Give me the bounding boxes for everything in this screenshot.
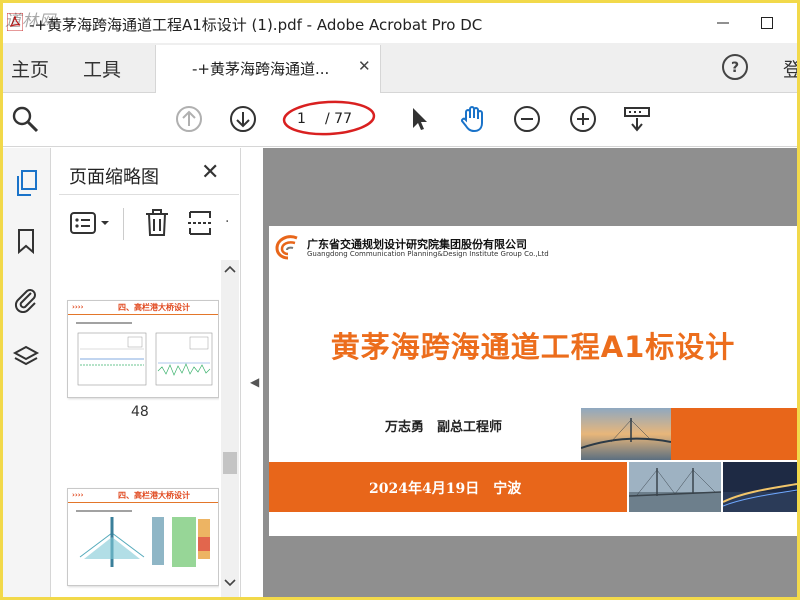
thumbnail-heading: 四、高栏港大桥设计 <box>118 491 190 500</box>
cursor-arrow-icon <box>413 108 427 130</box>
maximize-icon <box>761 17 773 29</box>
select-tool-button[interactable] <box>403 103 435 135</box>
minimize-button[interactable] <box>703 9 743 37</box>
menu-home[interactable]: 主页 <box>11 55 49 82</box>
page-thumbnails-panel: 页面缩略图 ✕ · ›››› 四、高栏港大桥设计 48 ›››› 四、高栏港大桥… <box>51 148 241 597</box>
minus-circle-icon <box>514 106 540 132</box>
toolbar: / 77 <box>3 93 797 147</box>
minimize-icon <box>717 22 729 24</box>
document-title: 黄茅海跨海通道工程A1标设计 <box>330 330 736 364</box>
scroll-down-icon[interactable] <box>224 578 236 588</box>
bridge-photo-night <box>723 462 797 512</box>
scrollbar-thumb[interactable] <box>223 452 237 474</box>
scroll-up-icon[interactable] <box>224 264 236 274</box>
panel-toolbar: · <box>69 206 234 242</box>
panel-title: 页面缩略图 <box>69 167 159 188</box>
close-tab-icon[interactable]: ✕ <box>358 57 371 75</box>
orange-accent-block <box>671 408 797 460</box>
thumbnail-arrows: ›››› <box>72 491 84 499</box>
arrow-up-circle-icon <box>176 106 202 132</box>
signin-link[interactable]: 登 <box>783 55 797 82</box>
attachments-button[interactable] <box>9 282 43 316</box>
date-location: 2024年4月19日 宁波 <box>369 481 522 497</box>
help-icon[interactable]: ? <box>721 53 749 81</box>
menu-tools[interactable]: 工具 <box>83 55 121 82</box>
company-logo <box>275 235 298 260</box>
trash-icon[interactable] <box>143 208 171 238</box>
more-tools-dot: · <box>225 214 230 230</box>
thumbnail-bridge-models <box>76 510 210 567</box>
thumbnail-scrollbar[interactable] <box>221 260 239 597</box>
thumbnail-header: ›››› 四、高栏港大桥设计 <box>68 301 218 315</box>
toolbar-separator <box>123 208 124 240</box>
arrow-down-circle-icon <box>230 106 256 132</box>
maximize-button[interactable] <box>747 9 787 37</box>
author-name: 万志勇 副总工程师 <box>385 420 503 435</box>
extract-pages-icon[interactable] <box>187 208 213 238</box>
layers-icon <box>12 345 40 366</box>
previous-page-button[interactable] <box>173 103 205 135</box>
thumbnail-options-icon[interactable] <box>69 210 113 238</box>
find-button[interactable] <box>9 103 41 135</box>
title-bar: 道林网 -+黄茅海跨海通道工程A1标设计 (1).pdf - Adobe Acr… <box>3 3 797 43</box>
thumbnail-arrows: ›››› <box>72 303 84 311</box>
collapse-panel-icon[interactable]: ◀ <box>250 375 259 389</box>
zoom-out-button[interactable] <box>511 103 543 135</box>
hand-tool-button[interactable] <box>457 103 489 135</box>
plus-circle-icon <box>570 106 596 132</box>
document-tab-label: -+黄茅海跨海通道... <box>192 60 330 78</box>
thumbnail-header: ›››› 四、高栏港大桥设计 <box>68 489 218 503</box>
thumbnail-page-48[interactable]: ›››› 四、高栏港大桥设计 <box>67 300 219 398</box>
thumbnail-charts <box>76 322 213 386</box>
fit-page-icon <box>624 107 650 132</box>
pages-icon <box>17 170 37 196</box>
search-icon <box>12 106 39 133</box>
paperclip-icon <box>14 289 36 313</box>
thumbnail-page-number: 48 <box>131 404 149 420</box>
bookmarks-button[interactable] <box>9 224 43 258</box>
bookmark-icon <box>18 229 34 255</box>
acrobat-window: 道林网 -+黄茅海跨海通道工程A1标设计 (1).pdf - Adobe Acr… <box>3 3 797 597</box>
pdf-page: 广东省交通规划设计研究院集团股份有限公司 Guangdong Communica… <box>269 226 797 536</box>
bridge-photo-cable-stayed <box>629 462 721 512</box>
bridge-photo-sunset <box>581 408 671 460</box>
thumbnail-heading: 四、高栏港大桥设计 <box>118 303 190 312</box>
svg-text:?: ? <box>731 60 739 76</box>
thumbnails-list: ›››› 四、高栏港大桥设计 48 ›››› 四、高栏港大桥设计 <box>59 260 219 593</box>
thumbnail-page-49[interactable]: ›››› 四、高栏港大桥设计 <box>67 488 219 586</box>
panel-divider <box>59 194 239 195</box>
menu-bar: 主页 工具 -+黄茅海跨海通道... ✕ ? 登 <box>3 43 797 93</box>
document-view: 广东省交通规划设计研究院集团股份有限公司 Guangdong Communica… <box>263 148 797 597</box>
zoom-in-button[interactable] <box>567 103 599 135</box>
hand-icon <box>461 106 483 133</box>
window-title: -+黄茅海跨海通道工程A1标设计 (1).pdf - Adobe Acrobat… <box>29 16 483 34</box>
close-panel-icon[interactable]: ✕ <box>201 160 219 185</box>
company-name-en: Guangdong Communication Planning&Design … <box>307 250 549 258</box>
layers-button[interactable] <box>9 340 43 374</box>
document-tab[interactable]: -+黄茅海跨海通道... ✕ <box>155 45 381 93</box>
red-highlight-ellipse <box>282 100 376 136</box>
page-thumbnails-button[interactable] <box>9 166 43 200</box>
fit-page-button[interactable] <box>621 103 653 135</box>
left-tool-rail <box>3 148 51 597</box>
next-page-button[interactable] <box>227 103 259 135</box>
